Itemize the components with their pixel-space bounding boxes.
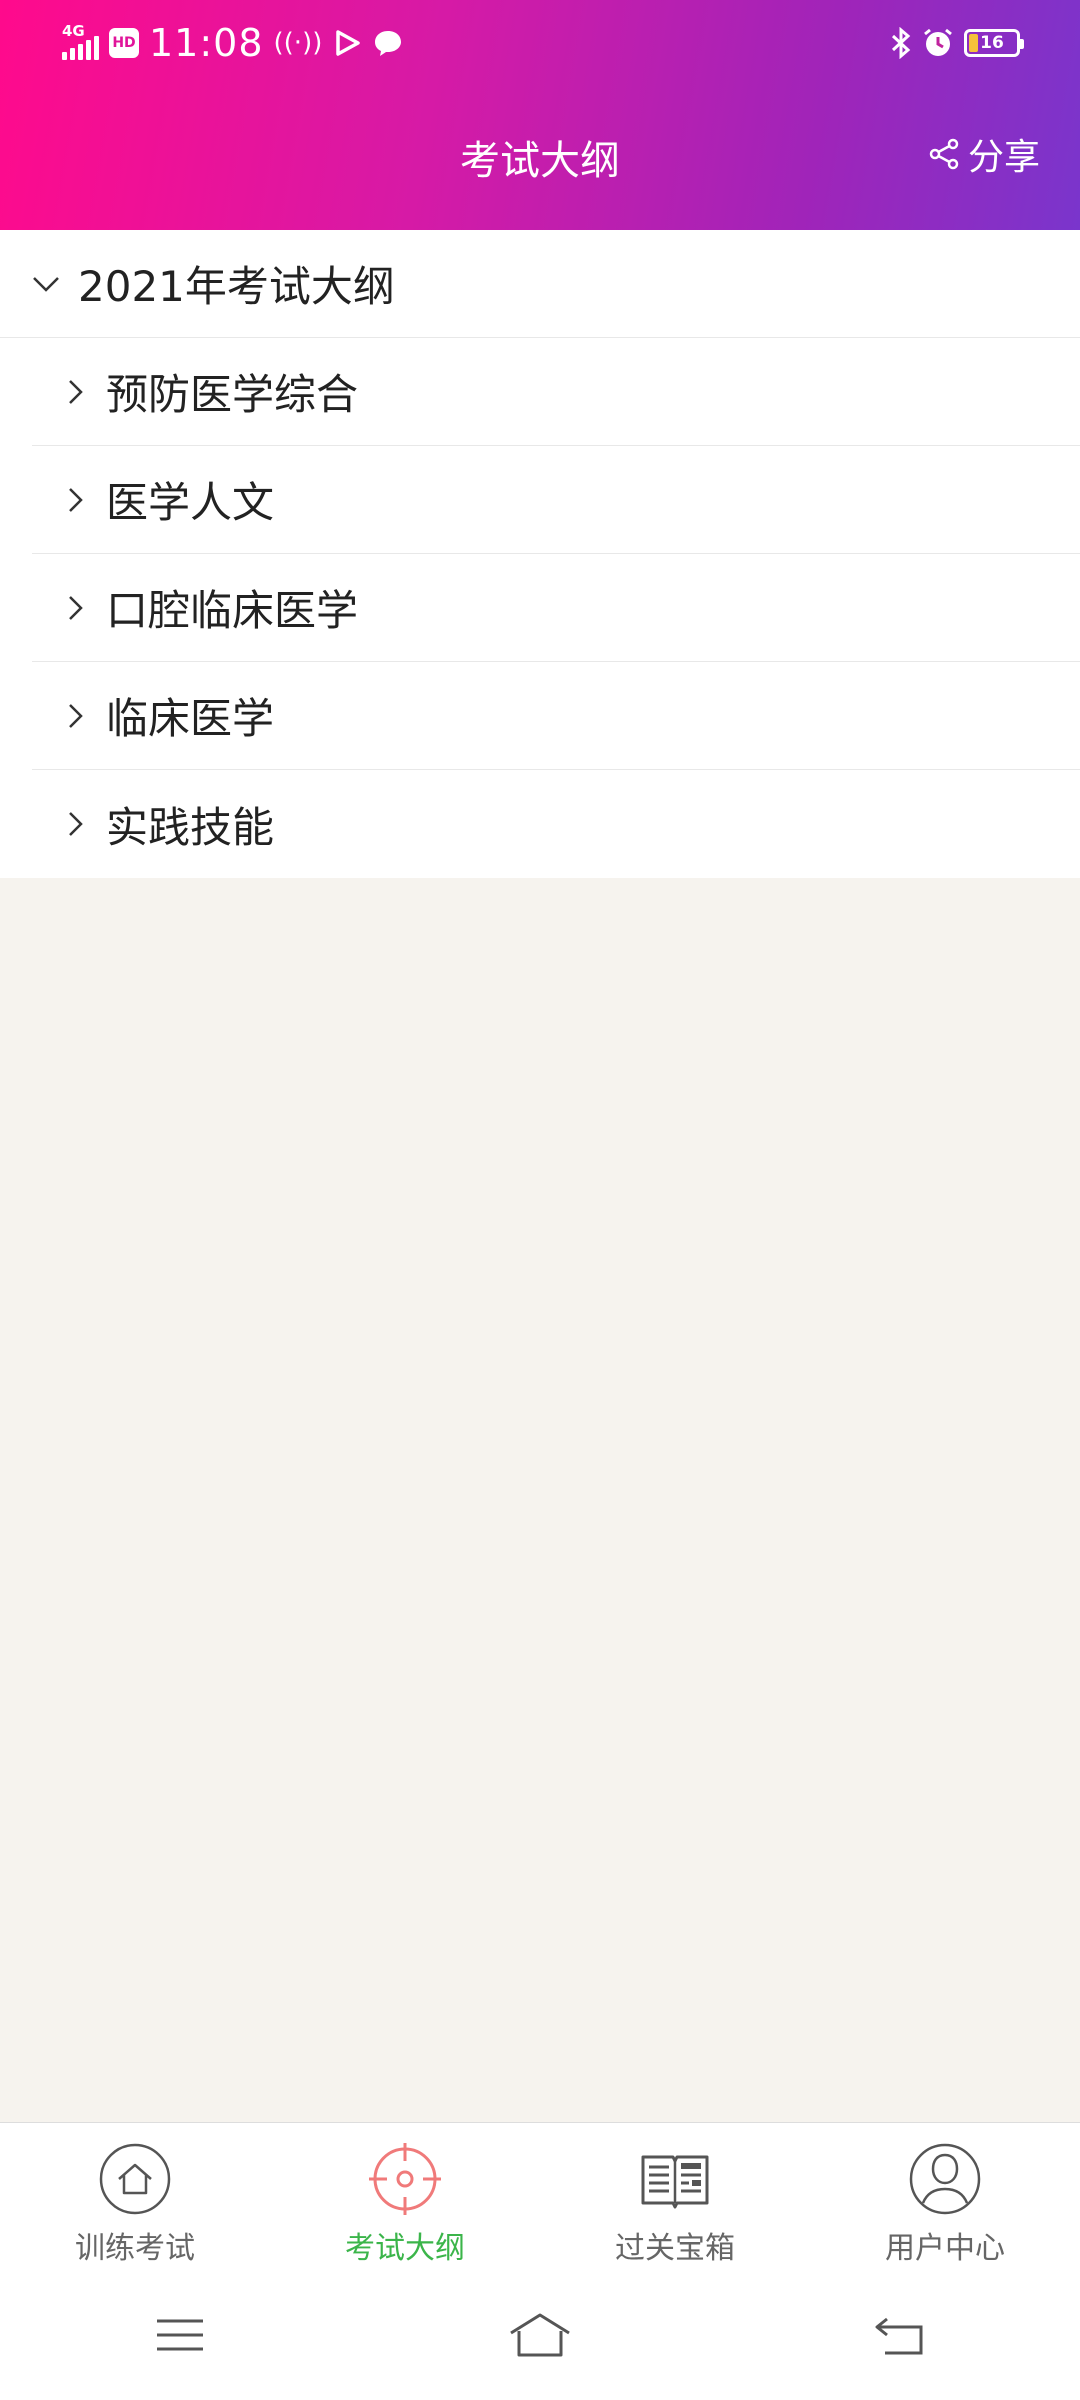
bottom-tab-bar: 训练考试 考试大纲 过关宝箱 用户中心 bbox=[0, 2122, 1080, 2270]
tab-label: 用户中心 bbox=[885, 2231, 1005, 2266]
outline-group-title: 2021年考试大纲 bbox=[78, 262, 395, 311]
network-type: 4G bbox=[62, 22, 85, 40]
page-title: 考试大纲 bbox=[460, 138, 620, 184]
outline-item-clinical-medicine[interactable]: 临床医学 bbox=[32, 662, 1080, 770]
target-icon bbox=[369, 2143, 441, 2215]
tab-label: 考试大纲 bbox=[345, 2231, 465, 2266]
chevron-right-icon bbox=[69, 379, 83, 404]
home-nav-icon[interactable] bbox=[505, 2305, 575, 2365]
status-bar: 4G HD 11:08 ((·)) 16 bbox=[0, 0, 1080, 90]
chevron-down-icon bbox=[33, 276, 59, 292]
outline-group-2021[interactable]: 2021年考试大纲 bbox=[0, 230, 1080, 338]
tab-user-center[interactable]: 用户中心 bbox=[810, 2123, 1080, 2270]
app-header: 4G HD 11:08 ((·)) 16 考试大纲 分享 bbox=[0, 0, 1080, 230]
outline-item-label: 医学人文 bbox=[106, 478, 275, 527]
outline-item-label: 临床医学 bbox=[106, 694, 275, 743]
share-button[interactable]: 分享 bbox=[926, 128, 1040, 180]
alarm-icon bbox=[924, 28, 952, 56]
outline-item-oral-clinical-medicine[interactable]: 口腔临床医学 bbox=[32, 554, 1080, 662]
menu-icon[interactable] bbox=[145, 2305, 215, 2365]
tab-treasure-box[interactable]: 过关宝箱 bbox=[540, 2123, 810, 2270]
outline-item-preventive-medicine[interactable]: 预防医学综合 bbox=[32, 338, 1080, 446]
home-icon bbox=[99, 2143, 171, 2215]
system-navigation-bar bbox=[0, 2270, 1080, 2400]
outline-list: 2021年考试大纲 预防医学综合 医学人文 口腔临床医学 临床医学 实践技能 bbox=[0, 230, 1080, 878]
chevron-right-icon bbox=[69, 812, 83, 836]
outline-item-label: 预防医学综合 bbox=[106, 370, 359, 419]
book-icon bbox=[641, 2155, 709, 2209]
tab-label: 过关宝箱 bbox=[615, 2231, 735, 2266]
outline-item-label: 口腔临床医学 bbox=[106, 586, 359, 635]
share-label: 分享 bbox=[967, 137, 1040, 178]
chevron-right-icon bbox=[69, 595, 83, 620]
share-icon bbox=[929, 138, 959, 170]
back-icon[interactable] bbox=[865, 2305, 935, 2365]
outline-item-label: 实践技能 bbox=[106, 802, 275, 852]
signal-icon: 4G bbox=[62, 22, 99, 60]
vibrate-icon: ((·)) bbox=[273, 28, 323, 58]
tab-label: 训练考试 bbox=[75, 2231, 195, 2266]
play-icon bbox=[336, 30, 361, 56]
user-icon bbox=[909, 2143, 981, 2215]
bluetooth-icon bbox=[891, 27, 911, 59]
clock: 11:08 bbox=[149, 21, 264, 65]
outline-item-medical-humanities[interactable]: 医学人文 bbox=[32, 446, 1080, 554]
chevron-right-icon bbox=[69, 703, 83, 728]
message-icon bbox=[375, 31, 402, 56]
battery-icon: 16 bbox=[964, 29, 1024, 57]
battery-level: 16 bbox=[980, 33, 1004, 53]
tab-exam-outline[interactable]: 考试大纲 bbox=[270, 2123, 540, 2270]
hd-icon: HD bbox=[109, 28, 139, 58]
outline-item-practical-skills[interactable]: 实践技能 bbox=[32, 770, 1080, 878]
chevron-right-icon bbox=[69, 487, 83, 512]
tab-training-exam[interactable]: 训练考试 bbox=[0, 2123, 270, 2270]
outline-items: 预防医学综合 医学人文 口腔临床医学 临床医学 实践技能 bbox=[0, 338, 1080, 878]
